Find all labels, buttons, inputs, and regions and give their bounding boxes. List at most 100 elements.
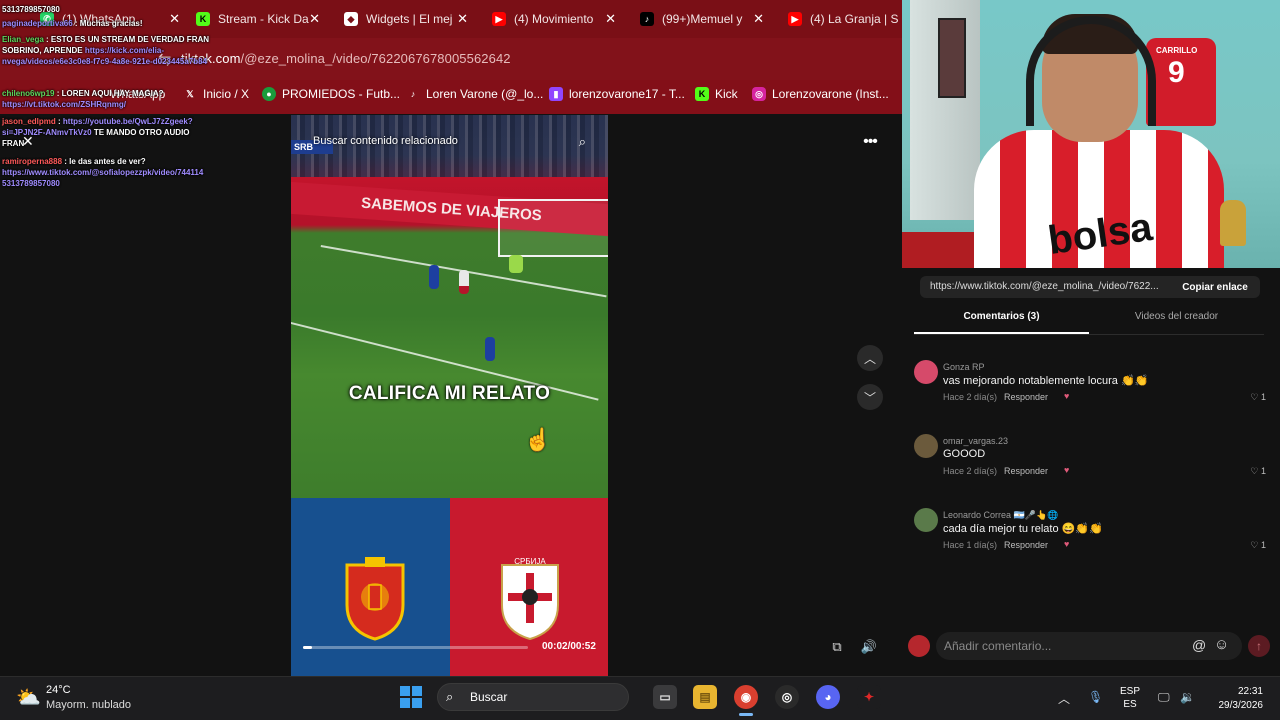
chat-user: jason_edlpmd <box>2 117 56 126</box>
weather-temperature[interactable]: 24°C <box>46 684 71 696</box>
related-search-field[interactable]: Buscar contenido relacionado <box>313 135 458 147</box>
chat-message: ramiroperna888 : le das antes de ver? ht… <box>2 156 212 189</box>
spain-crest-icon <box>345 557 405 641</box>
reply-button[interactable]: Responder <box>1004 392 1048 402</box>
serbia-crest-icon: CPБИЈА <box>501 557 559 641</box>
obs-icon[interactable]: ◎ <box>775 685 799 709</box>
close-icon[interactable]: ✕ <box>605 11 616 27</box>
close-icon[interactable]: ✕ <box>753 11 764 27</box>
discord-icon[interactable]: ◕ <box>816 685 840 709</box>
goal-frame <box>498 199 608 257</box>
chat-user: chileno6wp19 <box>2 89 55 98</box>
like-count: 1 <box>1260 540 1266 550</box>
tab-label: Widgets | El mej <box>366 12 453 26</box>
tab-label: Stream - Kick Da <box>218 12 309 26</box>
bookmark-label: lorenzovarone17 - T... <box>569 87 685 101</box>
tab-tiktok[interactable]: ♪ (99+)Memuel y ✕ <box>640 6 764 32</box>
comment-text: cada día mejor tu relato 😄👏👏 <box>943 523 1103 535</box>
clock-date: 29/3/2026 <box>1218 700 1264 711</box>
like-count: 1 <box>1260 392 1266 402</box>
file-explorer-icon[interactable]: ▤ <box>693 685 717 709</box>
search-icon[interactable]: ⌕ <box>579 134 586 150</box>
chat-link[interactable]: https://www.tiktok.com/@sofialopezzpk/vi… <box>2 168 203 188</box>
url-path: /@eze_molina_/video/7622067678005562642 <box>240 51 511 66</box>
bookmark-tiktok-loren[interactable]: ♪ Loren Varone (@_lo... <box>406 86 544 102</box>
tab-youtube-granja[interactable]: ▶ (4) La Granja | S <box>788 6 898 32</box>
bookmark-kick[interactable]: K Kick <box>695 86 738 102</box>
reply-button[interactable]: Responder <box>1004 466 1048 476</box>
comment-time: Hace 2 día(s) <box>943 466 998 476</box>
tab-youtube-movimiento[interactable]: ▶ (4) Movimiento ✕ <box>492 6 616 32</box>
windows-logo-tile <box>412 686 422 696</box>
comment-text: vas mejorando notablemente locura 👏👏 <box>943 375 1149 387</box>
tab-widgets[interactable]: ◆ Widgets | El mej ✕ <box>344 6 468 32</box>
tab-comments[interactable]: Comentarios (3) <box>914 311 1089 333</box>
volume-icon[interactable]: 🔉 <box>1180 690 1195 704</box>
chat-message: 5313789857080 <box>2 4 212 15</box>
network-icon[interactable]: 🖵 <box>1158 690 1170 705</box>
chat-user: Elian_vega <box>2 35 44 44</box>
close-icon[interactable]: ✕ <box>457 11 468 27</box>
like-button[interactable]: ♡ 1 <box>1250 392 1266 403</box>
start-button[interactable] <box>400 686 422 708</box>
video-progress-bar[interactable] <box>303 646 528 649</box>
tab-kick-stream[interactable]: K Stream - Kick Da ✕ <box>196 6 320 32</box>
trophy-icon <box>1220 200 1246 246</box>
close-icon[interactable]: ✕ <box>309 11 320 27</box>
bookmark-label: Loren Varone (@_lo... <box>426 87 544 101</box>
tab-label: (4) La Granja | S <box>810 12 898 26</box>
previous-video-button[interactable]: ︿ <box>857 345 883 371</box>
pip-icon[interactable]: ⧉ <box>826 636 848 658</box>
player-figure <box>459 270 469 294</box>
instagram-icon: ◎ <box>752 87 766 101</box>
chat-user: ramiroperna888 <box>2 157 63 166</box>
avatar[interactable] <box>914 508 938 532</box>
player-figure <box>429 265 439 289</box>
avatar[interactable] <box>914 360 938 384</box>
chat-link[interactable]: https://vt.tiktok.com/ZSHRqnmg/ <box>2 100 126 109</box>
avatar <box>908 635 930 657</box>
next-video-button[interactable]: ﹀ <box>857 384 883 410</box>
send-button[interactable]: ↑ <box>1248 635 1270 657</box>
bookmark-instagram[interactable]: ◎ Lorenzovarone (Inst... <box>752 86 889 102</box>
goalkeeper-figure <box>509 255 523 273</box>
active-app-indicator <box>739 713 753 716</box>
chrome-icon[interactable]: ◉ <box>734 685 758 709</box>
chat-text: : LOREN AQUI HAY MAGIA? <box>56 89 164 98</box>
youtube-icon: ▶ <box>788 12 802 26</box>
keyboard-code: ES <box>1123 699 1137 710</box>
chevron-up-icon[interactable]: ︿ <box>1058 690 1070 707</box>
copy-link-button[interactable]: Copiar enlace <box>1170 276 1260 298</box>
video-player[interactable]: SABEMOS DE VIAJEROS SRB Buscar contenido… <box>291 115 608 676</box>
url-field[interactable]: tiktok.com/@eze_molina_/video/7622067678… <box>181 51 511 66</box>
taskbar-search[interactable] <box>437 683 629 711</box>
jersey-name: CARRILLO <box>1156 46 1198 55</box>
reply-button[interactable]: Responder <box>1004 540 1048 550</box>
close-icon[interactable]: ✕ <box>22 133 34 150</box>
microphone-icon[interactable]: 🎙 <box>1088 690 1103 704</box>
avatar[interactable] <box>914 434 938 458</box>
task-view-icon[interactable]: ▭ <box>653 685 677 709</box>
weather-description[interactable]: Mayorm. nublado <box>46 699 131 711</box>
mention-icon[interactable]: @ <box>1192 637 1206 653</box>
bookmark-promiedos[interactable]: ● PROMIEDOS - Futb... <box>262 86 400 102</box>
tab-creator-videos[interactable]: Videos del creador <box>1089 311 1264 333</box>
like-button[interactable]: ♡ 1 <box>1250 466 1266 477</box>
comment-username[interactable]: Gonza RP <box>943 362 985 372</box>
comment-username[interactable]: omar_vargas.23 <box>943 436 1008 446</box>
more-options-button[interactable]: ••• <box>857 129 883 155</box>
volume-icon[interactable]: 🔊 <box>858 636 880 658</box>
tiktok-icon: ♪ <box>640 12 654 26</box>
bookmark-twitch[interactable]: ▮ lorenzovarone17 - T... <box>549 86 685 102</box>
video-caption: CALIFICA MI RELATO <box>348 383 551 404</box>
language-indicator[interactable]: ESP ES <box>1120 685 1140 711</box>
weather-cloud-icon[interactable]: ⛅ <box>16 685 41 710</box>
bookmark-label: Kick <box>715 87 738 101</box>
webcam-overlay: CARRILLO 9 bolsa <box>902 0 1280 268</box>
like-button[interactable]: ♡ 1 <box>1250 540 1266 551</box>
comment-username[interactable]: Leonardo Correa 🇦🇷🎤👆🌐 <box>943 510 1058 521</box>
emoji-icon[interactable]: ☺ <box>1214 636 1229 653</box>
app-icon[interactable]: ✦ <box>857 685 881 709</box>
clock[interactable]: 22:31 29/3/2026 <box>1205 685 1264 713</box>
chat-message: chileno6wp19 : LOREN AQUI HAY MAGIA? htt… <box>2 88 212 110</box>
